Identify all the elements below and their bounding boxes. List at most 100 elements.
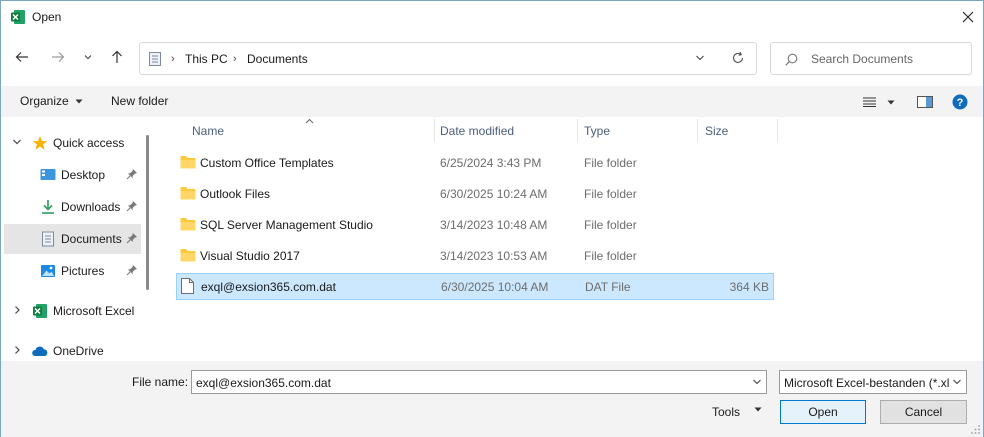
- file-row[interactable]: Visual Studio 2017 3/14/2023 10:53 AM Fi…: [176, 242, 774, 269]
- excel-icon: [11, 10, 25, 24]
- file-type-value: Microsoft Excel-bestanden (*.xl: [784, 376, 950, 390]
- file-row[interactable]: SQL Server Management Studio 3/14/2023 1…: [176, 211, 774, 238]
- sidebar-item-onedrive[interactable]: OneDrive: [4, 336, 141, 361]
- file-type: File folder: [584, 249, 637, 263]
- documents-icon: [149, 52, 161, 66]
- recent-locations-button[interactable]: [78, 46, 98, 68]
- file-row[interactable]: Custom Office Templates 6/25/2024 3:43 P…: [176, 149, 774, 176]
- search-placeholder: Search Documents: [811, 52, 914, 66]
- excel-icon: [33, 304, 47, 318]
- sidebar-item-documents[interactable]: Documents: [4, 224, 141, 254]
- back-button[interactable]: [11, 46, 33, 68]
- sidebar-item-quick-access[interactable]: Quick access: [4, 128, 141, 158]
- chevron-down-icon: [84, 55, 92, 60]
- new-folder-button[interactable]: New folder: [111, 94, 168, 108]
- address-bar[interactable]: › This PC › Documents: [139, 42, 757, 75]
- close-button[interactable]: [953, 1, 983, 32]
- refresh-icon[interactable]: [731, 51, 745, 65]
- breadcrumb-separator: ›: [171, 53, 175, 65]
- file-list: Name Date modified Type Size Custom Offi…: [159, 117, 983, 361]
- file-row[interactable]: Outlook Files 6/30/2025 10:24 AM File fo…: [176, 180, 774, 207]
- file-name: Visual Studio 2017: [200, 249, 300, 263]
- sidebar-item-pictures[interactable]: Pictures: [4, 256, 141, 286]
- file-date: 6/30/2025 10:24 AM: [440, 187, 548, 201]
- sidebar-item-label: Quick access: [53, 136, 125, 150]
- column-divider[interactable]: [577, 119, 578, 142]
- window-title: Open: [32, 10, 62, 24]
- column-header-label: Name: [192, 124, 225, 138]
- caret-down-icon[interactable]: [887, 100, 895, 105]
- file-type: File folder: [584, 187, 637, 201]
- search-box[interactable]: Search Documents: [770, 42, 972, 75]
- sidebar-item-label: Microsoft Excel: [53, 304, 135, 318]
- sidebar-item-downloads[interactable]: Downloads: [4, 192, 141, 222]
- pin-icon[interactable]: [126, 200, 138, 212]
- chevron-down-icon[interactable]: [695, 53, 705, 63]
- column-divider[interactable]: [697, 119, 698, 142]
- up-arrow-icon: [112, 50, 122, 63]
- bottom-pane: File name: exql@exsion365.com.dat Micros…: [1, 361, 983, 437]
- cancel-button[interactable]: Cancel: [880, 400, 967, 424]
- forward-button[interactable]: [47, 46, 69, 68]
- close-icon: [962, 11, 974, 22]
- file-row-selected[interactable]: exql@exsion365.com.dat 6/30/2025 10:04 A…: [176, 273, 774, 300]
- tools-button[interactable]: Tools: [712, 405, 740, 419]
- file-date: 6/30/2025 10:04 AM: [441, 280, 549, 294]
- pin-icon[interactable]: [126, 264, 138, 276]
- column-header-date-modified[interactable]: Date modified: [440, 117, 576, 143]
- column-header-size[interactable]: Size: [705, 117, 775, 143]
- folder-icon: [180, 218, 196, 231]
- onedrive-icon: [32, 346, 48, 356]
- folder-icon: [180, 156, 196, 169]
- open-dialog: Open › This PC › Documents Search Docume…: [0, 0, 984, 437]
- caret-down-icon[interactable]: [754, 407, 762, 412]
- view-list-icon[interactable]: [863, 97, 876, 107]
- sidebar-item-label: Documents: [61, 232, 122, 246]
- column-header-type[interactable]: Type: [584, 117, 694, 143]
- column-divider[interactable]: [434, 119, 435, 142]
- chevron-down-icon: [952, 377, 962, 387]
- breadcrumb-this-pc[interactable]: This PC: [185, 52, 228, 66]
- back-arrow-icon: [15, 52, 28, 62]
- folder-icon: [180, 249, 196, 262]
- sort-ascending-icon: [305, 118, 314, 124]
- file-date: 3/14/2023 10:48 AM: [440, 218, 548, 232]
- pin-icon[interactable]: [126, 168, 138, 180]
- file-name-value: exql@exsion365.com.dat: [196, 376, 331, 390]
- command-bar: Organize New folder ?: [1, 86, 983, 117]
- breadcrumb-documents[interactable]: Documents: [247, 52, 308, 66]
- desktop-icon: [40, 169, 56, 180]
- help-icon[interactable]: ?: [952, 94, 968, 110]
- file-size: 364 KB: [729, 280, 769, 294]
- organize-label: Organize: [20, 94, 69, 108]
- file-type-select[interactable]: Microsoft Excel-bestanden (*.xl: [779, 370, 967, 394]
- open-button[interactable]: Open: [780, 400, 866, 424]
- file-type: File folder: [584, 218, 637, 232]
- chevron-right-icon: [15, 306, 20, 314]
- file-date: 3/14/2023 10:53 AM: [440, 249, 548, 263]
- preview-pane-icon[interactable]: [917, 96, 933, 108]
- up-button[interactable]: [106, 46, 128, 68]
- forward-arrow-icon: [52, 52, 65, 62]
- column-divider[interactable]: [777, 119, 778, 142]
- file-name: Custom Office Templates: [200, 156, 334, 170]
- file-name-label: File name:: [132, 375, 189, 389]
- sidebar-item-desktop[interactable]: Desktop: [4, 160, 141, 190]
- column-header-label: Size: [705, 124, 729, 138]
- file-name-input[interactable]: exql@exsion365.com.dat: [191, 370, 767, 394]
- sidebar-scrollbar[interactable]: [146, 135, 149, 290]
- star-icon: [32, 136, 48, 150]
- chevron-right-icon: [15, 346, 20, 354]
- chevron-down-icon[interactable]: [752, 377, 762, 387]
- organize-button[interactable]: Organize: [20, 94, 83, 108]
- sidebar-item-microsoft-excel[interactable]: Microsoft Excel: [4, 296, 141, 326]
- chevron-down-icon: [13, 139, 21, 145]
- file-name: exql@exsion365.com.dat: [201, 280, 336, 294]
- navigation-bar: › This PC › Documents Search Documents: [1, 32, 983, 86]
- pin-icon[interactable]: [126, 232, 138, 244]
- svg-text:?: ?: [957, 97, 964, 109]
- file-icon: [181, 278, 194, 294]
- resize-grip-icon[interactable]: [971, 425, 981, 435]
- column-header-name[interactable]: Name: [192, 117, 432, 143]
- pictures-icon: [41, 265, 55, 277]
